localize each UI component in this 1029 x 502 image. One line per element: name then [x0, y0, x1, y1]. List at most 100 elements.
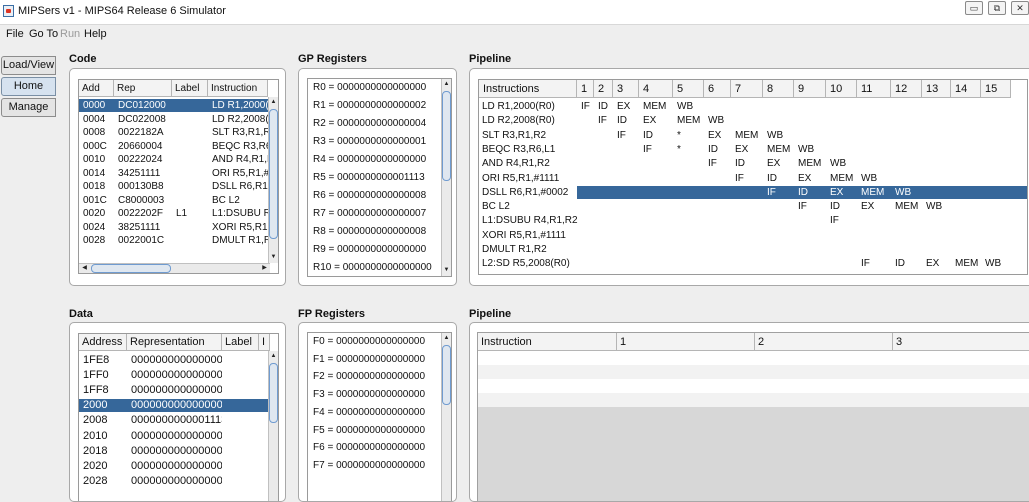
data-row[interactable]: 1FF0 0000000000000000: [79, 369, 269, 382]
code-row[interactable]: 0010 00222024 AND R4,R1,R: [79, 153, 269, 166]
pipeline-col-cycle[interactable]: 4: [639, 80, 673, 98]
pipeline2-row[interactable]: [478, 351, 1029, 365]
data-row[interactable]: 2010 0000000000000000: [79, 430, 269, 443]
pipeline-col-cycle[interactable]: 8: [763, 80, 794, 98]
pipeline2-row[interactable]: [478, 379, 1029, 393]
pipeline-col-cycle[interactable]: 14: [951, 80, 981, 98]
data-vscroll[interactable]: ▲: [268, 351, 278, 501]
menu-file[interactable]: File: [6, 28, 24, 40]
scroll-up-icon[interactable]: ▲: [269, 97, 278, 108]
data-row[interactable]: 2020 0000000000000000: [79, 460, 269, 473]
pipeline-col-cycle[interactable]: 6: [704, 80, 731, 98]
fp-vscroll[interactable]: ▲: [441, 333, 451, 501]
data-address: 1FF0: [83, 369, 109, 382]
data-address: 2010: [83, 429, 108, 442]
pipeline-row[interactable]: DSLL R6,R1,#0002 IF ID EX MEM WB: [479, 185, 1027, 199]
scroll-thumb[interactable]: [269, 363, 278, 423]
close-button[interactable]: ✕: [1011, 1, 1029, 15]
data-col-representation[interactable]: Representation: [127, 334, 222, 351]
scroll-down-icon[interactable]: ▼: [442, 265, 451, 276]
data-row[interactable]: 1FF8 0000000000000000: [79, 384, 269, 397]
scroll-thumb[interactable]: [442, 345, 451, 405]
scroll-up-icon[interactable]: ▲: [442, 79, 451, 90]
data-row[interactable]: 2018 0000000000000000: [79, 445, 269, 458]
code-row[interactable]: 0020 0022202F L1 L1:DSUBU R: [79, 207, 269, 220]
pipeline-instruction: BC L2: [482, 201, 510, 213]
menu-goto[interactable]: Go To: [29, 28, 58, 40]
pipeline-col-cycle[interactable]: 3: [613, 80, 639, 98]
pipeline-col-cycle[interactable]: 12: [891, 80, 922, 98]
pipeline-row[interactable]: BEQC R3,R6,L1 IF * ID EX MEM WB: [479, 143, 1027, 156]
scroll-up-icon[interactable]: ▲: [442, 333, 451, 344]
pipeline-row[interactable]: SLT R3,R1,R2 IF ID * EX MEM WB: [479, 129, 1027, 142]
scroll-thumb[interactable]: [91, 264, 171, 273]
scroll-thumb[interactable]: [269, 109, 278, 239]
pipeline-row[interactable]: ORI R5,R1,#1111 IF ID EX MEM WB: [479, 172, 1027, 185]
code-instruction: BEQC R3,R6: [212, 140, 268, 152]
code-row[interactable]: 0008 0022182A SLT R3,R1,R: [79, 126, 269, 139]
code-row[interactable]: 001C C8000003 BC L2: [79, 194, 269, 207]
data-row[interactable]: 1FE8 0000000000000000: [79, 354, 269, 367]
pipeline-col-cycle[interactable]: 5: [673, 80, 704, 98]
scroll-right-icon[interactable]: ▶: [259, 264, 270, 273]
code-row[interactable]: 0024 38251111 XORI R5,R1,: [79, 221, 269, 234]
code-row[interactable]: 0014 34251111 ORI R5,R1,#: [79, 167, 269, 180]
pipeline-row[interactable]: AND R4,R1,R2 IF ID EX MEM WB: [479, 157, 1027, 170]
pipeline-col-cycle[interactable]: 10: [826, 80, 857, 98]
pipeline-row[interactable]: L1:DSUBU R4,R1,R2 IF: [479, 214, 1027, 227]
pipeline-col-cycle[interactable]: 15: [981, 80, 1011, 98]
pipeline2-col-1[interactable]: 1: [617, 333, 755, 351]
pipeline2-row[interactable]: [478, 365, 1029, 379]
tab-manage[interactable]: Manage: [1, 98, 56, 117]
pipeline-row[interactable]: XORI R5,R1,#1111: [479, 229, 1027, 242]
code-row[interactable]: 000C 20660004 BEQC R3,R6: [79, 140, 269, 153]
pipeline-row[interactable]: LD R2,2008(R0) IF ID EX MEM WB: [479, 114, 1027, 127]
pipeline2-col-3[interactable]: 3: [893, 333, 1029, 351]
pipeline-row[interactable]: L2:SD R5,2008(R0) IF ID EX MEM WB: [479, 257, 1027, 270]
pipeline-col-cycle[interactable]: 2: [594, 80, 613, 98]
tab-home[interactable]: Home: [1, 77, 56, 96]
minimize-button[interactable]: ▭: [965, 1, 983, 15]
restore-button[interactable]: ⧉: [988, 1, 1006, 15]
code-col-add[interactable]: Add: [79, 80, 114, 97]
fp-register: F6 = 0000000000000000: [313, 442, 426, 454]
data-row[interactable]: 2028 0000000000000000: [79, 475, 269, 488]
code-address: 0014: [83, 167, 106, 179]
pipeline-row[interactable]: BC L2 IF ID EX MEM WB: [479, 200, 1027, 213]
pipeline-col-cycle[interactable]: 7: [731, 80, 763, 98]
data-col-extra[interactable]: I: [259, 334, 270, 351]
code-row[interactable]: 0028 0022001C DMULT R1,R: [79, 234, 269, 247]
pipeline-col-cycle[interactable]: 9: [794, 80, 826, 98]
pipeline-col-instructions[interactable]: Instructions: [479, 80, 577, 98]
menu-help[interactable]: Help: [84, 28, 107, 40]
pipeline2-row[interactable]: [478, 393, 1029, 407]
pipeline-stage: MEM: [767, 143, 791, 155]
pipeline-row[interactable]: LD R1,2000(R0) IF ID EX MEM WB: [479, 100, 1027, 113]
data-row[interactable]: 2008 0000000000001113: [79, 414, 269, 427]
code-col-instruction[interactable]: Instruction: [208, 80, 268, 97]
pipeline2-col-2[interactable]: 2: [755, 333, 893, 351]
pipeline-col-cycle[interactable]: 13: [922, 80, 951, 98]
pipeline-row[interactable]: DMULT R1,R2: [479, 243, 1027, 256]
code-col-rep[interactable]: Rep: [114, 80, 172, 97]
data-col-label[interactable]: Label: [222, 334, 259, 351]
scroll-up-icon[interactable]: ▲: [269, 351, 278, 362]
code-row[interactable]: 0018 000130B8 DSLL R6,R1: [79, 180, 269, 193]
data-col-address[interactable]: Address: [79, 334, 127, 351]
code-row[interactable]: 0000 DC012000 LD R1,2000(: [79, 99, 269, 112]
scroll-thumb[interactable]: [442, 91, 451, 181]
gp-vscroll[interactable]: ▲ ▼: [441, 79, 451, 276]
pipeline2-col-instruction[interactable]: Instruction: [478, 333, 617, 351]
code-col-label[interactable]: Label: [172, 80, 208, 97]
code-row[interactable]: 0004 DC022008 LD R2,2008(: [79, 113, 269, 126]
data-row[interactable]: 2000 0000000000000002: [79, 399, 269, 413]
code-vscroll[interactable]: ▲ ▼: [268, 97, 278, 263]
tab-load-view[interactable]: Load/View: [1, 56, 56, 75]
code-hscroll[interactable]: ◀ ▶: [79, 263, 270, 273]
pipeline-col-cycle[interactable]: 1: [577, 80, 594, 98]
scroll-left-icon[interactable]: ◀: [79, 264, 90, 273]
pipeline-stage: IF: [830, 215, 839, 227]
pipeline-col-cycle[interactable]: 11: [857, 80, 891, 98]
code-address: 0020: [83, 208, 106, 219]
scroll-down-icon[interactable]: ▼: [269, 252, 278, 263]
